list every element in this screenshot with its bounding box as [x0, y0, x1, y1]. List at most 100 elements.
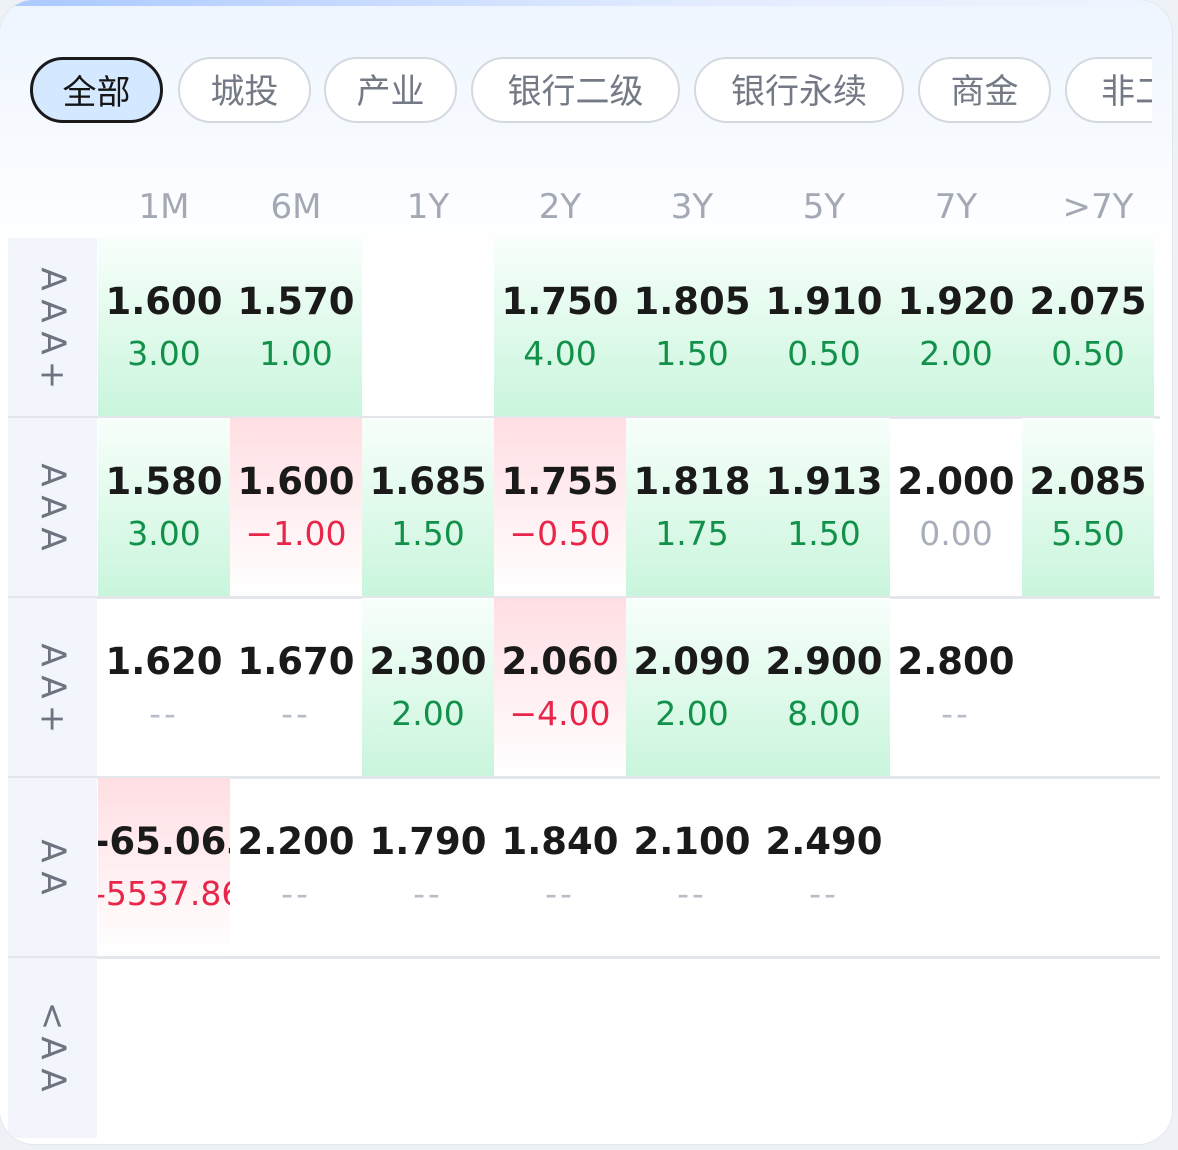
change-value: −4.00	[509, 694, 611, 733]
yield-value: 1.600	[105, 280, 223, 323]
yield-cell[interactable]: 1.790 --	[362, 778, 494, 956]
change-value: --	[809, 874, 839, 913]
yield-cell[interactable]: 2.490 --	[758, 778, 890, 956]
yield-cell[interactable]: 1.840 --	[494, 778, 626, 956]
yield-value: 2.075	[1029, 280, 1147, 323]
column-header[interactable]: 1M	[98, 185, 230, 229]
yield-value: 2.300	[369, 640, 487, 683]
column-header[interactable]: >7Y	[1032, 185, 1164, 229]
yield-value: 1.818	[633, 460, 751, 503]
change-value: 0.50	[787, 334, 861, 373]
column-header[interactable]: 6M	[230, 185, 362, 229]
tab-4[interactable]: 银行永续	[694, 57, 904, 123]
yield-cell[interactable]: 2.060 −4.00	[494, 598, 626, 776]
yield-cell[interactable]: 1.670 --	[230, 598, 362, 776]
yield-cell[interactable]: 1.920 2.00	[890, 238, 1022, 416]
yield-value: 1.750	[501, 280, 619, 323]
rating-label: < A A	[8, 958, 97, 1138]
table-row[interactable]: A A A +1.600 3.00 1.570 1.00 1.750 4.00 1.805 1.50…	[8, 238, 1160, 416]
category-tabs: 全部城投产业银行二级银行永续商金非二	[30, 57, 1152, 129]
column-header[interactable]: 5Y	[758, 185, 890, 229]
tab-5[interactable]: 商金	[918, 57, 1051, 123]
table-row[interactable]: AA-65.063-5537.862.200--1.790--1.840--2.…	[8, 778, 1160, 956]
yield-cell[interactable]: 2.300 2.00	[362, 598, 494, 776]
tab-6[interactable]: 非二	[1065, 57, 1152, 123]
yield-matrix-card: 全部城投产业银行二级银行永续商金非二 1M6M1Y2Y3Y5Y7Y>7Y AAA…	[0, 0, 1172, 1144]
change-value: 3.00	[127, 514, 201, 553]
yield-cell[interactable]: 2.085 5.50	[1022, 418, 1154, 596]
yield-cell	[362, 238, 494, 416]
yield-value: 2.000	[897, 460, 1015, 503]
yield-cell[interactable]: 1.755 −0.50	[494, 418, 626, 596]
change-value: --	[677, 874, 707, 913]
tab-2[interactable]: 产业	[324, 57, 457, 123]
yield-cell[interactable]: -65.063 -5537.86	[98, 778, 230, 956]
yield-cell[interactable]: 2.090 2.00	[626, 598, 758, 776]
change-value: --	[281, 694, 311, 733]
rating-char: A	[32, 1068, 73, 1092]
yield-value: 2.060	[501, 640, 619, 683]
yield-cell[interactable]: 1.570 1.00	[230, 238, 362, 416]
yield-cell[interactable]: 2.075 0.50	[1022, 238, 1154, 416]
rating-char: A	[32, 267, 73, 291]
column-header[interactable]: 1Y	[362, 185, 494, 229]
yield-value: 1.913	[765, 460, 883, 503]
change-value: 2.00	[919, 334, 993, 373]
table-row[interactable]: A A A 1.580 3.00 1.600 −1.00 1.685 1.50 1.755 −0.5…	[8, 418, 1160, 596]
yield-cell	[890, 778, 1022, 956]
change-value: 2.00	[391, 694, 465, 733]
yield-cell[interactable]: 1.600 −1.00	[230, 418, 362, 596]
yield-cell[interactable]: 1.750 4.00	[494, 238, 626, 416]
rating-char: +	[32, 360, 73, 390]
yield-value: 1.910	[765, 280, 883, 323]
rating-char: A	[32, 331, 73, 355]
change-value: 1.75	[655, 514, 729, 553]
rating-char: A	[32, 839, 73, 863]
yield-cell[interactable]: 1.805 1.50	[626, 238, 758, 416]
yield-cell[interactable]: 1.685 1.50	[362, 418, 494, 596]
change-value: 8.00	[787, 694, 861, 733]
column-header[interactable]: 2Y	[494, 185, 626, 229]
change-value: 5.50	[1051, 514, 1125, 553]
yield-cell[interactable]: 2.200 --	[230, 778, 362, 956]
rating-label: AAA	[8, 418, 97, 596]
change-value: --	[941, 694, 971, 733]
tab-1[interactable]: 城投	[178, 57, 311, 123]
yield-value: 1.685	[369, 460, 487, 503]
yield-value: 1.790	[369, 820, 487, 863]
yield-cell[interactable]: 2.100 --	[626, 778, 758, 956]
yield-value: -65.063	[98, 820, 230, 863]
yield-cell[interactable]: 2.800 --	[890, 598, 1022, 776]
table-row[interactable]: < A A	[8, 958, 1160, 1138]
yield-cell[interactable]: 1.620 --	[98, 598, 230, 776]
yield-cell[interactable]: 1.600 3.00	[98, 238, 230, 416]
yield-cell	[1022, 598, 1154, 776]
tab-3[interactable]: 银行二级	[471, 57, 680, 123]
table-row[interactable]: A A +1.620 -- 1.670 -- 2.300 2.00 2.060 −4.00 2.09…	[8, 598, 1160, 776]
yield-cell[interactable]: 2.000 0.00	[890, 418, 1022, 596]
change-value: --	[149, 694, 179, 733]
rating-char: <	[32, 1001, 73, 1031]
rating-char: A	[32, 871, 73, 895]
yield-value: 1.805	[633, 280, 751, 323]
rating-label: A A +	[8, 598, 97, 776]
change-value: --	[281, 874, 311, 913]
yield-cell	[1022, 778, 1154, 956]
yield-cell[interactable]: 2.900 8.00	[758, 598, 890, 776]
yield-cell[interactable]: 1.818 1.75	[626, 418, 758, 596]
yield-cell[interactable]: 1.580 3.00	[98, 418, 230, 596]
yield-value: 1.600	[237, 460, 355, 503]
column-header[interactable]: 3Y	[626, 185, 758, 229]
rating-label: A A A +	[8, 238, 97, 416]
yield-value: 1.570	[237, 280, 355, 323]
tab-0[interactable]: 全部	[30, 57, 163, 123]
yield-cell[interactable]: 1.913 1.50	[758, 418, 890, 596]
yield-value: 2.800	[897, 640, 1015, 683]
yield-cell[interactable]: 1.910 0.50	[758, 238, 890, 416]
yield-value: 2.085	[1029, 460, 1147, 503]
yield-value: 1.580	[105, 460, 223, 503]
column-header[interactable]: 7Y	[890, 185, 1022, 229]
rating-char: A	[32, 643, 73, 667]
change-value: 1.50	[787, 514, 861, 553]
yield-value: 2.900	[765, 640, 883, 683]
